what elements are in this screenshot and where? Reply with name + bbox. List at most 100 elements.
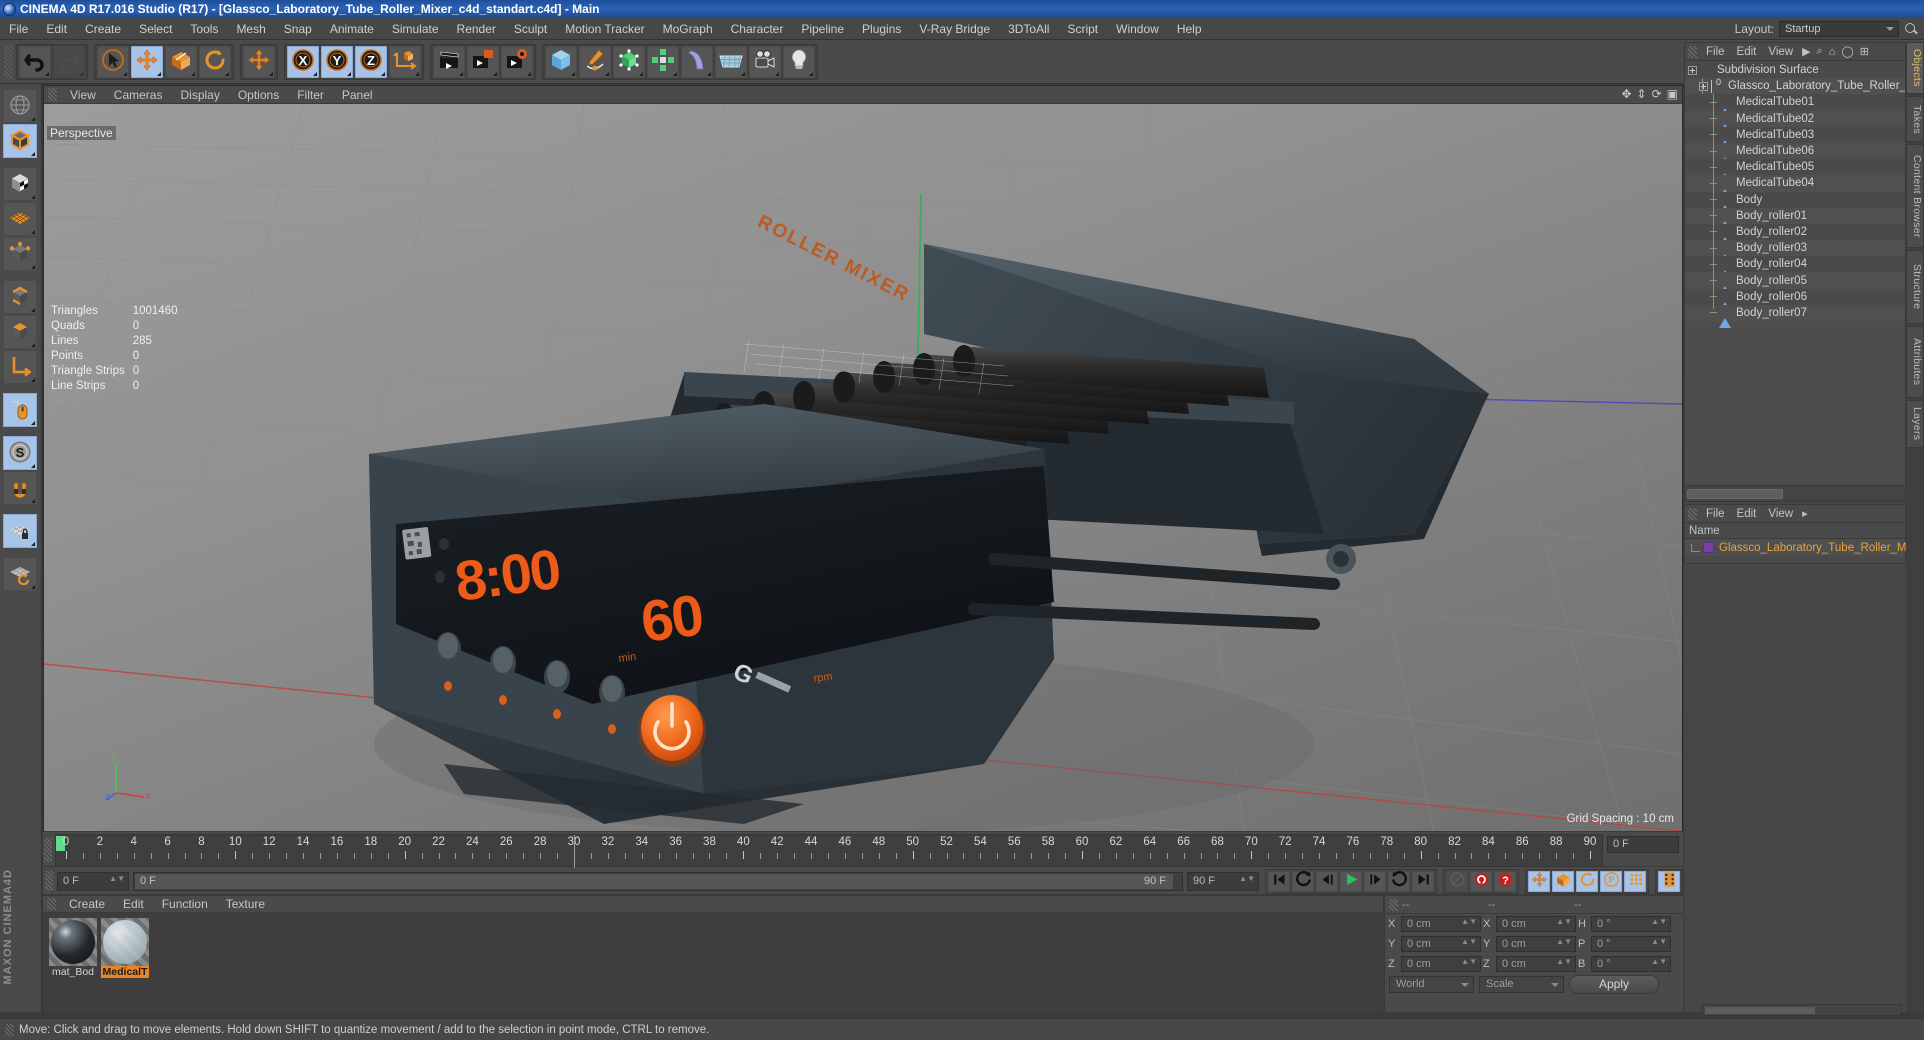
timeline-track[interactable]: 0246810121416182022242628303234363840424… <box>55 834 1603 868</box>
tool-corner-marker[interactable] <box>459 71 463 76</box>
coordinates-grip[interactable] <box>1389 898 1398 911</box>
timeline-panel[interactable]: 0246810121416182022242628303234363840424… <box>43 832 1683 894</box>
workplane-rotate[interactable] <box>3 557 37 591</box>
stepper-icon[interactable]: ▲▼ <box>1556 918 1572 926</box>
tool-corner-marker[interactable] <box>31 117 35 121</box>
tool-corner-marker[interactable] <box>381 71 385 76</box>
record-active-objects[interactable] <box>1470 870 1492 892</box>
points-mode[interactable] <box>3 237 37 271</box>
object-manager-panel[interactable]: FileEditView▶ ⌕ ⌂ ◯ ⊞ Subdivision Surface Gla… <box>1684 42 1906 502</box>
scale-tool[interactable] <box>165 45 197 78</box>
object-row[interactable]: Glassco_Laboratory_Tube_Roller_M <box>1685 78 1905 95</box>
stepper-icon[interactable]: ▲▼ <box>1556 958 1572 966</box>
layout-selector[interactable]: Layout: Startup <box>1735 20 1924 37</box>
material-item[interactable]: mat_Bod <box>49 918 97 978</box>
menu-item-help[interactable]: Help <box>1168 18 1211 40</box>
menu-item-pipeline[interactable]: Pipeline <box>792 18 853 40</box>
material-name[interactable]: mat_Bod <box>49 966 97 978</box>
add-spline[interactable] <box>579 45 611 78</box>
coordinate-row[interactable]: X0 cm ▲▼ X 0 cm ▲▼ H 0 ° ▲▼ <box>1385 914 1683 934</box>
tool-corner-marker[interactable] <box>605 71 609 76</box>
stepper-icon[interactable]: ▲▼ <box>109 874 125 882</box>
bottom-horizontal-scrollbar[interactable] <box>1702 1004 1902 1016</box>
material-grip[interactable] <box>47 898 56 910</box>
step-forward-button[interactable] <box>1364 870 1386 892</box>
layer-row[interactable]: Glassco_Laboratory_Tube_Roller_Mi <box>1685 539 1909 556</box>
right-tab-takes[interactable]: Takes <box>1906 96 1924 142</box>
menu-item-window[interactable]: Window <box>1107 18 1168 40</box>
object-row[interactable]: MedicalTube02 <box>1685 110 1905 135</box>
size-y-field[interactable]: 0 cm ▲▼ <box>1496 936 1576 952</box>
stepper-icon[interactable]: ▲▼ <box>1651 918 1667 926</box>
tool-corner-marker[interactable] <box>31 464 35 468</box>
menu-item-edit[interactable]: Edit <box>37 18 76 40</box>
layermgr-menu-file[interactable]: File <box>1700 505 1731 523</box>
tool-corner-marker[interactable] <box>31 230 35 234</box>
viewport-menu-display[interactable]: Display <box>171 86 228 104</box>
tool-corner-marker[interactable] <box>123 71 127 76</box>
stepper-icon[interactable]: ▲▼ <box>1651 958 1667 966</box>
viewport-3d-canvas[interactable]: 8:00 60 min rpm ROLLER MIXER ROLLER MIXE… <box>44 104 1682 831</box>
tool-corner-marker[interactable] <box>31 152 35 156</box>
animation-start-field[interactable]: 0 F ▲▼ <box>57 871 129 891</box>
layout-select[interactable]: Startup <box>1779 20 1899 37</box>
tool-corner-marker[interactable] <box>79 71 83 76</box>
viewport-menu-view[interactable]: View <box>61 86 105 104</box>
tool-corner-marker[interactable] <box>493 71 497 76</box>
rotate-tool[interactable] <box>199 45 231 78</box>
add-modeling-object[interactable] <box>647 45 679 78</box>
status-grip[interactable] <box>5 1023 14 1036</box>
make-editable[interactable] <box>3 124 37 158</box>
object-row[interactable]: Body_roller02 <box>1685 223 1905 248</box>
tool-corner-marker[interactable] <box>269 71 273 76</box>
tool-corner-marker[interactable] <box>741 71 745 76</box>
right-panel-stack[interactable]: FileEditView▶⌕⌂◯⊞ Subdivision SurfaceGla… <box>1684 42 1909 1012</box>
apply-button[interactable]: Apply <box>1569 974 1659 994</box>
position-z-field[interactable]: 0 cm ▲▼ <box>1401 956 1481 972</box>
coordinates-panel[interactable]: -- -- -- X0 cm ▲▼ X 0 cm ▲▼ H 0 ° ▲▼ Y 0 cm ▲▼ Y 0 c… <box>1384 895 1683 1012</box>
move-view-icon[interactable]: ✥ <box>1621 88 1631 101</box>
coordinates-rows[interactable]: X0 cm ▲▼ X 0 cm ▲▼ H 0 ° ▲▼ Y 0 cm ▲▼ Y 0 cm ▲▼ P 0 ° ▲▼… <box>1385 914 1683 974</box>
keyframe-selection[interactable]: ? <box>1494 870 1516 892</box>
add-layer-icon[interactable]: ⊞ <box>1860 45 1869 58</box>
autokeying-toggle[interactable] <box>1446 870 1468 892</box>
timeline-current-frame-field[interactable]: 0 F <box>1607 836 1679 853</box>
menu-item-tools[interactable]: Tools <box>181 18 227 40</box>
lock-y-axis[interactable]: Y <box>321 45 353 78</box>
viewport-menu-cameras[interactable]: Cameras <box>105 86 172 104</box>
coord-system-select[interactable]: World <box>1389 975 1474 993</box>
viewport-menu-options[interactable]: Options <box>229 86 288 104</box>
coordinate-row[interactable]: Z0 cm ▲▼ Z 0 cm ▲▼ B 0 ° ▲▼ <box>1385 954 1683 974</box>
scrollbar-thumb[interactable] <box>1705 1007 1815 1014</box>
add-camera[interactable] <box>749 45 781 78</box>
object-manager-grip[interactable] <box>1688 45 1697 58</box>
menu-item-file[interactable]: File <box>0 18 37 40</box>
layer-manager-panel[interactable]: File Edit View ▸ Name Glassco_Laboratory_Tu… <box>1684 504 1909 564</box>
timeline-grip[interactable] <box>44 838 52 862</box>
stepper-icon[interactable]: ▲▼ <box>1556 938 1572 946</box>
tool-corner-marker[interactable] <box>157 71 161 76</box>
timeline-playhead[interactable] <box>574 835 575 868</box>
toolbar-grip[interactable] <box>4 44 13 79</box>
lock-z-axis[interactable]: Z <box>355 45 387 78</box>
workplane-lock[interactable] <box>3 514 37 548</box>
tool-corner-marker[interactable] <box>673 71 677 76</box>
object-row[interactable]: Body_roller03 <box>1685 240 1905 264</box>
menu-item-motion-tracker[interactable]: Motion Tracker <box>556 18 653 40</box>
scrollbar-thumb[interactable] <box>1687 489 1783 499</box>
stepper-icon[interactable]: ▲▼ <box>1239 874 1255 882</box>
rotation-b-field[interactable]: 0 ° ▲▼ <box>1591 956 1671 972</box>
tool-corner-marker[interactable] <box>45 71 49 76</box>
tool-corner-marker[interactable] <box>809 71 813 76</box>
object-row[interactable]: MedicalTube06 <box>1685 142 1905 167</box>
add-environment[interactable] <box>715 45 747 78</box>
keyframe-toggle-group[interactable]: P <box>1525 868 1649 894</box>
tool-corner-marker[interactable] <box>313 71 317 76</box>
coordinate-row[interactable]: Y0 cm ▲▼ Y 0 cm ▲▼ P 0 ° ▲▼ <box>1385 934 1683 954</box>
menu-item-plugins[interactable]: Plugins <box>853 18 910 40</box>
world-object-coords[interactable] <box>389 45 421 78</box>
record-scale-toggle[interactable] <box>1552 870 1574 892</box>
zoom-view-icon[interactable]: ⇕ <box>1637 88 1647 101</box>
object-row[interactable]: Body_roller06 <box>1685 288 1905 313</box>
right-tab-objects[interactable]: Objects <box>1906 42 1924 94</box>
